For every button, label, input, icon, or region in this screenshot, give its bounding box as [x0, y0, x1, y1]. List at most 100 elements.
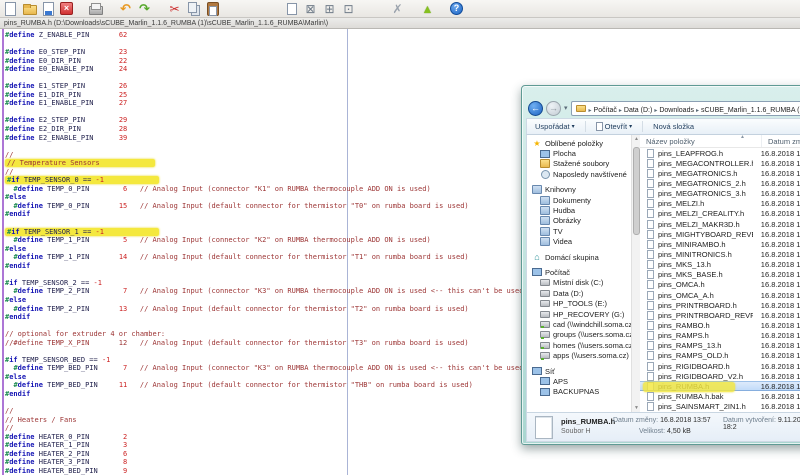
file-row[interactable]: pins_RAMPS.h16.8.2018 13:57 [640, 331, 800, 341]
file-row[interactable]: pins_MINIRAMBO.h16.8.2018 13:57 [640, 239, 800, 249]
file-row[interactable]: pins_PRINTRBOARD.h16.8.2018 13:57 [640, 300, 800, 310]
sidebar-scrollbar[interactable]: ▲ ▼ [631, 135, 640, 412]
sidebar-item[interactable]: Naposledy navštívené [527, 169, 631, 179]
file-row[interactable]: pins_MEGACONTROLLER.h16.8.2018 13:57 [640, 158, 800, 168]
file-row[interactable]: pins_MEGATRONICS_2.h16.8.2018 13:57 [640, 178, 800, 188]
column-header-date[interactable]: Datum změny [762, 135, 800, 147]
find-in-files-icon[interactable] [254, 2, 269, 16]
file-row[interactable]: pins_RIGIDBOARD_V2.h16.8.2018 13:57 [640, 371, 800, 381]
breadcrumb-item[interactable]: sCUBE_Marlin_1.1.6_RUMBA (1) [700, 107, 800, 114]
file-name: pins_MELZI_MAKR3D.h [658, 220, 753, 229]
file-row[interactable]: pins_MELZI.h16.8.2018 13:57 [640, 199, 800, 209]
file-row[interactable]: pins_MINITRONICS.h16.8.2018 13:57 [640, 249, 800, 259]
new-window-icon[interactable] [284, 2, 299, 16]
sidebar-group-header[interactable]: ⌂Domácí skupina [527, 252, 631, 262]
sidebar-item[interactable]: Obrázky [527, 216, 631, 226]
file-row[interactable]: pins_LEAPFROG.h16.8.2018 13:57 [640, 148, 800, 158]
organize-button[interactable]: Uspořádat ▾ [535, 122, 575, 131]
sidebar-item[interactable]: Data (D:) [527, 288, 631, 298]
sidebar-item[interactable]: homes (\\users.soma.cz) [527, 340, 631, 350]
update-icon[interactable]: ▲ [420, 2, 435, 16]
sidebar-item[interactable]: Místní disk (C:) [527, 278, 631, 288]
redo-icon[interactable]: ↷ [137, 2, 152, 16]
window-tile-icon[interactable]: ⊞ [322, 2, 337, 16]
new-file-icon[interactable] [3, 2, 18, 16]
back-button[interactable]: ← [528, 101, 543, 116]
breadcrumb-item[interactable]: Počítač [593, 107, 618, 114]
sidebar-item[interactable]: BACKUPNAS [527, 387, 631, 397]
undo-icon[interactable]: ↶ [118, 2, 133, 16]
sidebar-item[interactable]: apps (\\users.soma.cz) (Z [527, 350, 631, 360]
file-date: 16.8.2018 13:57 [753, 189, 800, 198]
code-line: #define HEATER_3_PIN 8 [0, 458, 800, 467]
zoom-icon[interactable] [371, 2, 386, 16]
help-icon[interactable]: ? [450, 2, 463, 15]
file-row[interactable]: pins_MELZI_MAKR3D.h16.8.2018 13:57 [640, 219, 800, 229]
file-row[interactable]: pins_RAMBO.h16.8.2018 13:57 [640, 320, 800, 330]
explorer-title-bar[interactable] [526, 90, 800, 98]
file-row[interactable]: pins_MELZI_CREALITY.h16.8.2018 13:57 [640, 209, 800, 219]
history-dropdown-icon[interactable]: ▾ [564, 104, 568, 112]
file-row[interactable]: pins_RUMBA.h16.8.2018 13:57 [640, 381, 800, 391]
file-row[interactable]: pins_MEGATRONICS_3.h16.8.2018 13:57 [640, 189, 800, 199]
sidebar-item[interactable]: TV [527, 226, 631, 236]
paste-icon[interactable] [205, 2, 220, 16]
file-row[interactable]: pins_RIGIDBOARD.h16.8.2018 13:57 [640, 361, 800, 371]
sidebar-item[interactable]: groups (\\users.soma.cz) [527, 330, 631, 340]
open-file-icon[interactable] [22, 2, 37, 16]
file-row[interactable]: pins_MKS_13.h16.8.2018 13:57 [640, 260, 800, 270]
sidebar-item[interactable]: Dokumenty [527, 195, 631, 205]
pc-icon [532, 367, 542, 376]
file-row[interactable]: pins_RAMPS_OLD.h16.8.2018 13:57 [640, 351, 800, 361]
file-row[interactable]: pins_OMCA_A.h16.8.2018 13:57 [640, 290, 800, 300]
toolbar-separator [273, 2, 280, 16]
print-icon[interactable] [88, 2, 103, 16]
new-folder-button[interactable]: Nová složka [653, 122, 694, 131]
window-cascade-icon[interactable]: ⊡ [341, 2, 356, 16]
open-button[interactable]: Otevřít ▾ [596, 122, 633, 131]
file-row[interactable]: pins_SAINSMART_2IN1.h16.8.2018 13:57 [640, 402, 800, 412]
chevron-down-icon: ▾ [629, 123, 632, 130]
sidebar-item[interactable]: HP_TOOLS (E:) [527, 298, 631, 308]
sidebar-item[interactable]: HP_RECOVERY (G:) [527, 309, 631, 319]
save-file-icon[interactable] [41, 2, 56, 16]
file-row[interactable]: pins_PRINTRBOARD_REVF.h16.8.2018 13:57 [640, 310, 800, 320]
sidebar-label: Dokumenty [553, 196, 591, 205]
size-value: 4,50 kB [667, 428, 691, 435]
forward-button[interactable]: → [546, 101, 561, 116]
file-icon [647, 341, 654, 350]
sidebar-item[interactable]: cad (\\windchill.soma.cz) [527, 319, 631, 329]
cut-icon[interactable]: ✂ [167, 2, 182, 16]
window-close-icon[interactable]: ⊠ [303, 2, 318, 16]
copy-icon[interactable] [186, 2, 201, 16]
close-file-icon[interactable]: × [60, 2, 73, 15]
star-icon: ★ [532, 139, 542, 148]
sidebar-item[interactable]: Hudba [527, 205, 631, 215]
find-icon[interactable] [235, 2, 250, 16]
breadcrumb-item[interactable]: Data (D:) [623, 107, 653, 114]
file-row[interactable]: pins_MEGATRONICS.h16.8.2018 13:57 [640, 168, 800, 178]
sidebar-item[interactable]: APS [527, 376, 631, 386]
column-header-name[interactable]: Název položky ▲ [640, 135, 762, 147]
file-tab[interactable]: pins_RUMBA.h (D:\Downloads\sCUBE_Marlin_… [0, 20, 332, 27]
code-line: #define HEATER_2_PIN 6 [0, 450, 800, 459]
sidebar-item[interactable]: Videa [527, 237, 631, 247]
sidebar-group-header[interactable]: Počítač [527, 267, 631, 277]
sidebar-group-header[interactable]: ★Oblíbené položky [527, 138, 631, 148]
file-row[interactable]: pins_RAMPS_13.h16.8.2018 13:57 [640, 341, 800, 351]
file-icon [647, 301, 654, 310]
sidebar-group-header[interactable]: Síť [527, 366, 631, 376]
breadcrumb-item[interactable]: Downloads [658, 107, 695, 114]
file-row[interactable]: pins_MIGHTYBOARD_REVE.h16.8.2018 13:57 [640, 229, 800, 239]
tools-icon[interactable]: ✗ [390, 2, 405, 16]
sidebar-group: ★Oblíbené položkyPlochaStažené souboryNa… [527, 138, 631, 180]
details-file-type: Soubor H [561, 428, 591, 435]
scrollbar-thumb[interactable] [633, 147, 640, 235]
sidebar-item[interactable]: Stažené soubory [527, 159, 631, 169]
sidebar-group-header[interactable]: Knihovny [527, 185, 631, 195]
file-row[interactable]: pins_MKS_BASE.h16.8.2018 13:57 [640, 270, 800, 280]
address-bar[interactable]: ▸Počítač▸Data (D:)▸Downloads▸sCUBE_Marli… [571, 101, 800, 116]
sidebar-item[interactable]: Plocha [527, 148, 631, 158]
file-row[interactable]: pins_RUMBA.h.bak16.8.2018 13:57 [640, 391, 800, 401]
file-row[interactable]: pins_OMCA.h16.8.2018 13:57 [640, 280, 800, 290]
